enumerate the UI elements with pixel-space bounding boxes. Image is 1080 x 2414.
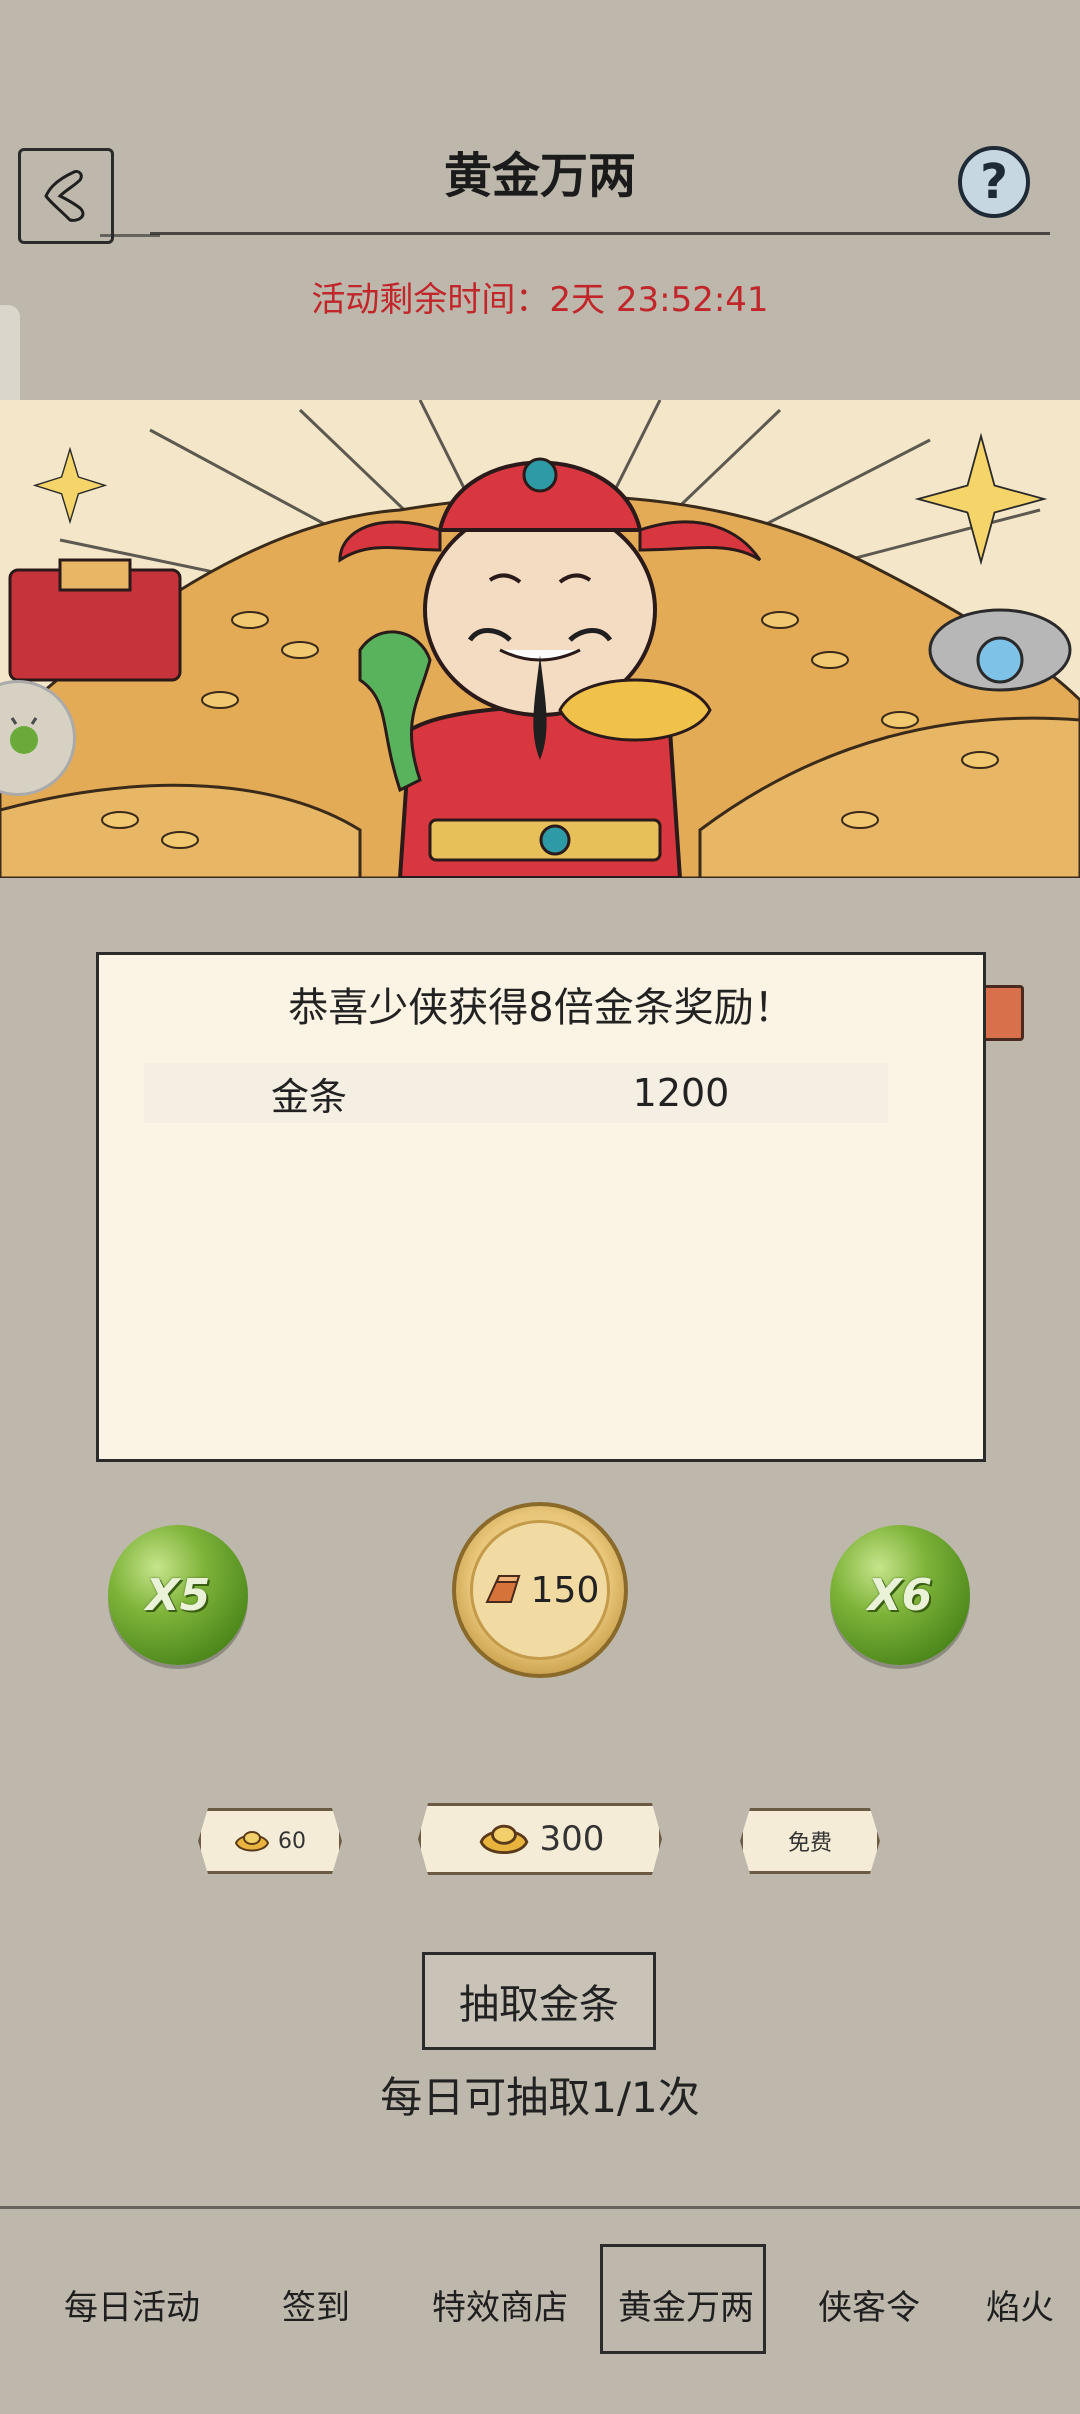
gold-ingot-icon bbox=[476, 1819, 532, 1859]
gold-bar-coin[interactable]: 150 bbox=[452, 1502, 628, 1678]
event-timer: 活动剩余时间：2天 23:52:41 bbox=[311, 280, 769, 320]
dialog-side-plus-tab[interactable] bbox=[980, 985, 1024, 1041]
gold-ingot-icon bbox=[234, 1827, 270, 1855]
help-button[interactable]: ? bbox=[958, 146, 1030, 218]
banner-illustration bbox=[0, 400, 1080, 878]
multiplier-x5-label: X5 bbox=[145, 1569, 211, 1621]
header-divider bbox=[150, 232, 1050, 235]
price-tag-60-label: 60 bbox=[278, 1828, 306, 1854]
reward-row: 金条 1200 bbox=[144, 1063, 888, 1123]
gold-bar-icon bbox=[485, 1575, 521, 1603]
reward-item-name: 金条 bbox=[270, 1074, 347, 1119]
price-tag-free[interactable]: 免费 bbox=[740, 1808, 880, 1874]
bottom-nav-divider bbox=[0, 2206, 1080, 2209]
reward-dialog: 恭喜少侠获得8倍金条奖励！ 金条 1200 bbox=[96, 952, 986, 1462]
tab-hero-order[interactable]: 侠客令 bbox=[818, 2280, 920, 2329]
price-tag-60[interactable]: 60 bbox=[198, 1808, 342, 1874]
gold-bar-coin-inner: 150 bbox=[470, 1520, 610, 1660]
tab-check-in[interactable]: 签到 bbox=[282, 2280, 350, 2329]
bug-icon bbox=[10, 717, 38, 754]
reward-item-value: 1200 bbox=[632, 1071, 730, 1115]
price-tag-free-label: 免费 bbox=[787, 1831, 832, 1856]
price-tag-300[interactable]: 300 bbox=[418, 1803, 662, 1875]
question-mark-icon: ? bbox=[980, 154, 1008, 210]
bottom-nav: 每日活动 签到 特效商店 黄金万两 侠客令 焰火 bbox=[0, 2210, 1080, 2414]
daily-draw-limit: 每日可抽取1/1次 bbox=[380, 2073, 700, 2122]
multiplier-x6-label: X6 bbox=[867, 1569, 933, 1621]
tab-fireworks[interactable]: 焰火 bbox=[986, 2280, 1054, 2329]
god-of-wealth-banner bbox=[0, 400, 1080, 878]
page-title: 黄金万两 bbox=[443, 148, 636, 204]
draw-gold-button[interactable]: 抽取金条 bbox=[422, 1952, 656, 2050]
price-tag-300-label: 300 bbox=[539, 1819, 605, 1859]
gold-bar-cost: 150 bbox=[530, 1569, 600, 1611]
multiplier-x6-orb[interactable]: X6 bbox=[830, 1525, 970, 1665]
reward-dialog-title: 恭喜少侠获得8倍金条奖励！ bbox=[288, 985, 794, 1031]
multiplier-x5-orb[interactable]: X5 bbox=[108, 1525, 248, 1665]
tab-effects-shop[interactable]: 特效商店 bbox=[432, 2280, 568, 2329]
tab-gold-fortune[interactable]: 黄金万两 bbox=[618, 2280, 754, 2329]
tab-daily-activity[interactable]: 每日活动 bbox=[64, 2280, 200, 2329]
